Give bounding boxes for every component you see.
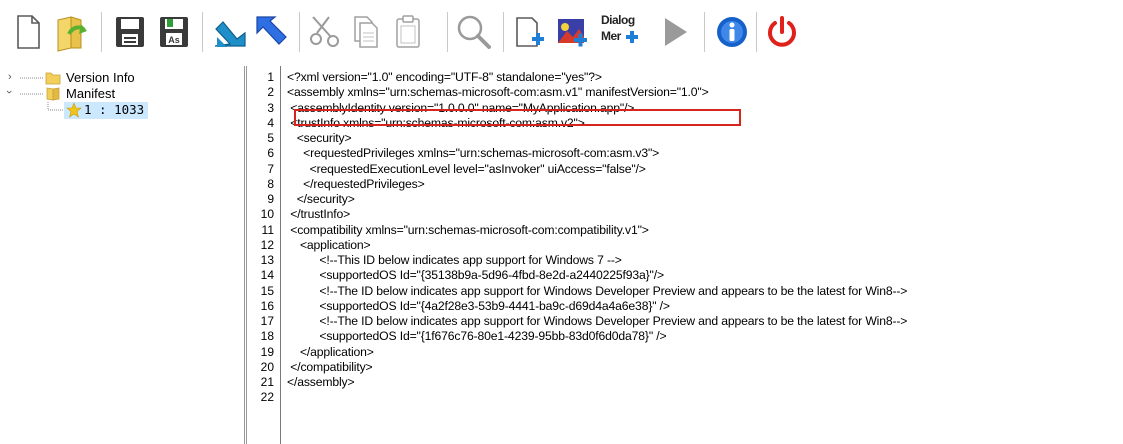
toolbar-separator xyxy=(299,12,300,52)
line-number: 21 xyxy=(260,375,274,389)
tree-item-label: 1 : 1033 xyxy=(84,102,145,117)
find-button[interactable] xyxy=(453,9,495,55)
line-number: 11 xyxy=(261,222,274,237)
line-number-gutter: 1 2 3 4 5 6 7 8 9 10 11 12 13 14 15 16 17 18 19 20 21 22 xyxy=(247,66,281,444)
dialog-merger-label-bottom: Mer xyxy=(601,29,621,43)
code-line: <supportedOS Id="{1f676c76-80e1-4239-95b… xyxy=(287,329,667,344)
code-line: <requestedExecutionLevel level="asInvoke… xyxy=(287,161,646,176)
code-line: <assembly xmlns="urn:schemas-microsoft-c… xyxy=(287,85,709,100)
tree-item-manifest[interactable]: › Manifest xyxy=(0,86,244,103)
undo-button[interactable] xyxy=(210,9,250,55)
tree-item-version-info[interactable]: › Version Info xyxy=(0,70,244,87)
line-number: 8 xyxy=(267,176,274,191)
code-line: <!--This ID below indicates app support … xyxy=(287,253,622,267)
paste-icon xyxy=(396,15,420,48)
dialog-merger-icon: Dialog Mer xyxy=(597,12,641,52)
save-as-badge: As xyxy=(168,35,180,45)
toolbar-separator xyxy=(101,12,102,52)
cut-button[interactable] xyxy=(305,9,345,55)
play-icon xyxy=(665,18,687,46)
code-line: <compatibility xmlns="urn:schemas-micros… xyxy=(287,222,649,237)
new-file-button[interactable] xyxy=(10,9,46,55)
chevron-down-icon[interactable]: › xyxy=(3,90,15,94)
save-icon xyxy=(116,17,144,47)
redo-arrow-icon xyxy=(256,16,287,45)
add-resource-button[interactable] xyxy=(510,9,550,55)
chevron-right-icon[interactable]: › xyxy=(8,71,12,83)
line-number: 13 xyxy=(260,253,274,267)
save-as-icon: As xyxy=(160,17,188,47)
power-icon xyxy=(768,16,796,47)
tree-item-label: Version Info xyxy=(66,70,135,85)
line-number: 19 xyxy=(260,344,274,359)
toolbar-separator xyxy=(503,12,504,52)
dialog-merger-label-top: Dialog xyxy=(601,13,635,27)
code-line: <!--The ID below indicates app support f… xyxy=(287,283,908,298)
toolbar-separator xyxy=(447,12,448,52)
plus-icon xyxy=(626,31,638,43)
line-number: 10 xyxy=(260,207,274,222)
redo-button[interactable] xyxy=(252,9,292,55)
line-number: 12 xyxy=(260,237,274,252)
line-number: 5 xyxy=(267,131,274,145)
folder-icon xyxy=(45,72,61,85)
code-line: </assembly> xyxy=(287,375,355,389)
line-number: 1 xyxy=(267,70,274,84)
scissors-icon xyxy=(310,16,339,47)
code-line: <requestedPrivileges xmlns="urn:schemas-… xyxy=(287,146,660,161)
line-number: 15 xyxy=(260,283,274,298)
paste-button[interactable] xyxy=(388,9,428,55)
add-image-button[interactable] xyxy=(553,9,593,55)
tree-item-language-1033[interactable]: 1 : 1033 xyxy=(64,102,148,119)
code-line: </application> xyxy=(287,344,374,359)
line-number: 16 xyxy=(260,298,274,313)
highlight-box xyxy=(294,109,741,126)
exit-button[interactable] xyxy=(762,9,802,55)
save-button[interactable] xyxy=(110,9,150,55)
line-number: 4 xyxy=(267,115,274,130)
run-button[interactable] xyxy=(655,9,695,55)
add-resource-icon xyxy=(516,17,544,47)
toolbar-separator xyxy=(756,12,757,52)
line-number: 2 xyxy=(267,85,274,100)
info-icon xyxy=(717,17,747,47)
add-image-icon xyxy=(558,19,587,47)
star-icon xyxy=(66,102,82,118)
line-number: 17 xyxy=(260,314,274,328)
line-number: 3 xyxy=(267,100,274,115)
magnifier-icon xyxy=(457,15,491,49)
code-line: <supportedOS Id="{35138b9a-5d96-4fbd-8e2… xyxy=(287,268,664,283)
copy-button[interactable] xyxy=(346,9,386,55)
new-file-icon xyxy=(17,15,40,49)
line-number: 7 xyxy=(267,161,274,176)
line-number: 9 xyxy=(267,192,274,206)
code-line: </trustInfo> xyxy=(287,207,351,222)
code-line: <!--The ID below indicates app support f… xyxy=(287,314,908,328)
code-line: <?xml version="1.0" encoding="UTF-8" sta… xyxy=(287,70,602,84)
tree-item-label: Manifest xyxy=(66,86,116,101)
line-number: 22 xyxy=(260,390,274,405)
resource-tree: › Version Info › Manifest 1 : 1033 xyxy=(0,66,244,444)
code-line: </security> xyxy=(287,192,355,206)
main-toolbar: As Dialog Mer xyxy=(0,0,1123,66)
code-line: <security> xyxy=(287,131,352,145)
line-number: 14 xyxy=(260,268,274,283)
undo-arrow-icon xyxy=(214,21,246,47)
open-folder-icon xyxy=(57,16,87,52)
line-number: 6 xyxy=(267,146,274,161)
copy-icon xyxy=(354,16,378,48)
toolbar-separator xyxy=(704,12,705,52)
code-line: </compatibility> xyxy=(287,359,373,374)
toolbar-separator xyxy=(202,12,203,52)
open-button[interactable] xyxy=(50,9,90,55)
about-button[interactable] xyxy=(712,9,752,55)
dialog-merger-button[interactable]: Dialog Mer xyxy=(597,9,641,55)
line-number: 18 xyxy=(260,329,274,344)
line-number: 20 xyxy=(260,359,274,374)
save-as-button[interactable]: As xyxy=(154,9,194,55)
code-line: </requestedPrivileges> xyxy=(287,176,425,191)
code-line: <supportedOS Id="{4a2f28e3-53b9-4441-ba9… xyxy=(287,298,670,313)
folder-open-icon xyxy=(46,87,60,101)
code-line: <application> xyxy=(287,237,371,252)
